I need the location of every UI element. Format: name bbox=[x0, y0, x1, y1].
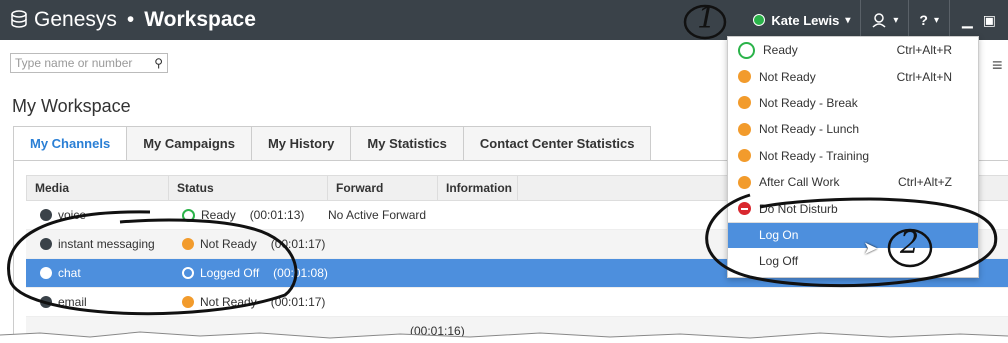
column-information[interactable]: Information bbox=[438, 176, 518, 200]
column-forward[interactable]: Forward bbox=[328, 176, 438, 200]
minimize-icon[interactable]: ▁ bbox=[962, 12, 973, 29]
tab-my-channels[interactable]: My Channels bbox=[13, 126, 128, 162]
app-name: Workspace bbox=[144, 8, 256, 31]
clock-icon bbox=[182, 296, 194, 308]
ready-icon bbox=[182, 208, 195, 222]
menu-shortcut: Ctrl+Alt+R bbox=[896, 43, 952, 58]
column-status[interactable]: Status bbox=[169, 176, 328, 200]
agent-icon bbox=[872, 13, 886, 28]
column-media[interactable]: Media bbox=[27, 176, 169, 200]
agent-menu-button[interactable]: ▾ bbox=[860, 0, 908, 40]
menu-item-do-not-disturb[interactable]: Do Not Disturb bbox=[728, 195, 978, 221]
status-dropdown-menu: Ready Ctrl+Alt+R Not Ready Ctrl+Alt+N No… bbox=[727, 36, 979, 278]
status-text: Ready bbox=[201, 208, 236, 222]
chat-icon bbox=[40, 267, 52, 279]
menu-item-not-ready[interactable]: Not Ready Ctrl+Alt+N bbox=[728, 63, 978, 89]
chevron-down-icon: ▾ bbox=[893, 14, 899, 26]
maximize-icon[interactable]: ▣ bbox=[983, 12, 996, 29]
status-duration: (00:01:13) bbox=[249, 208, 305, 222]
tab-my-campaigns[interactable]: My Campaigns bbox=[127, 126, 252, 162]
status-duration: (00:01:17) bbox=[270, 237, 326, 251]
chevron-down-icon: ▾ bbox=[933, 14, 939, 26]
status-duration: (00:01:17) bbox=[270, 295, 326, 309]
torn-edge bbox=[0, 331, 1008, 343]
do-not-disturb-icon bbox=[738, 202, 751, 216]
tab-contact-center-statistics[interactable]: Contact Center Statistics bbox=[463, 126, 652, 162]
app-logo: Genesys • Workspace bbox=[10, 8, 256, 32]
status-duration: (00:01:08) bbox=[273, 266, 328, 280]
window-controls: ▁ ▣ bbox=[948, 0, 1008, 40]
forward-text: No Active Forward bbox=[328, 208, 427, 222]
title-bar: Genesys • Workspace Kate Lewis ▾ ▾ ? ▾ ▁… bbox=[0, 0, 1008, 40]
menu-item-log-off[interactable]: Log Off bbox=[728, 248, 978, 274]
media-name: voice bbox=[58, 208, 87, 222]
help-icon: ? bbox=[919, 12, 928, 28]
user-name: Kate Lewis bbox=[771, 12, 840, 28]
ready-status-icon bbox=[753, 14, 766, 26]
status-text: Logged Off bbox=[200, 266, 260, 280]
hamburger-menu-icon[interactable]: ≡ bbox=[992, 55, 1008, 76]
brand-name: Genesys bbox=[34, 8, 117, 31]
mouse-pointer-icon: ➤ bbox=[863, 238, 879, 258]
clock-icon bbox=[738, 70, 751, 84]
clock-icon bbox=[182, 238, 194, 250]
ready-icon bbox=[738, 41, 755, 59]
menu-shortcut: Ctrl+Alt+N bbox=[896, 69, 952, 84]
title-bar-controls: Kate Lewis ▾ ▾ ? ▾ ▁ ▣ bbox=[743, 0, 1008, 40]
tab-my-statistics[interactable]: My Statistics bbox=[351, 126, 464, 162]
voice-icon bbox=[40, 209, 52, 221]
email-icon bbox=[40, 296, 52, 308]
brand-separator: • bbox=[126, 8, 135, 31]
menu-item-not-ready-training[interactable]: Not Ready - Training bbox=[728, 143, 978, 169]
tab-my-history[interactable]: My History bbox=[251, 126, 352, 162]
team-communicator-search[interactable]: Type name or number ⚲ bbox=[10, 53, 168, 73]
logged-off-icon bbox=[182, 267, 194, 279]
search-input[interactable]: Type name or number bbox=[15, 56, 132, 70]
help-menu-button[interactable]: ? ▾ bbox=[908, 0, 949, 40]
instant-messaging-icon bbox=[40, 238, 52, 250]
media-name: chat bbox=[58, 266, 81, 280]
chevron-down-icon: ▾ bbox=[845, 14, 851, 26]
menu-item-log-on[interactable]: Log On bbox=[728, 221, 978, 249]
workspace-tabs: My Channels My Campaigns My History My S… bbox=[13, 126, 652, 162]
menu-item-after-call-work[interactable]: After Call Work Ctrl+Alt+Z bbox=[728, 169, 978, 195]
clock-icon bbox=[738, 122, 751, 136]
menu-item-not-ready-break[interactable]: Not Ready - Break bbox=[728, 90, 978, 116]
status-text: Not Ready bbox=[200, 295, 257, 309]
workspace-window: Genesys • Workspace Kate Lewis ▾ ▾ ? ▾ ▁… bbox=[0, 0, 1008, 343]
status-text: Not Ready bbox=[200, 237, 257, 251]
clock-icon bbox=[738, 149, 751, 163]
after-call-work-icon bbox=[738, 175, 751, 189]
user-status-menu-button[interactable]: Kate Lewis ▾ bbox=[743, 0, 860, 40]
menu-item-ready[interactable]: Ready Ctrl+Alt+R bbox=[728, 37, 978, 63]
menu-item-not-ready-lunch[interactable]: Not Ready - Lunch bbox=[728, 116, 978, 142]
search-icon[interactable]: ⚲ bbox=[154, 56, 163, 70]
clock-icon bbox=[738, 96, 751, 110]
genesys-logo-icon bbox=[11, 10, 27, 28]
menu-shortcut: Ctrl+Alt+Z bbox=[897, 175, 952, 190]
media-name: email bbox=[58, 295, 87, 309]
media-name: instant messaging bbox=[58, 237, 155, 251]
page-title: My Workspace bbox=[12, 96, 131, 116]
